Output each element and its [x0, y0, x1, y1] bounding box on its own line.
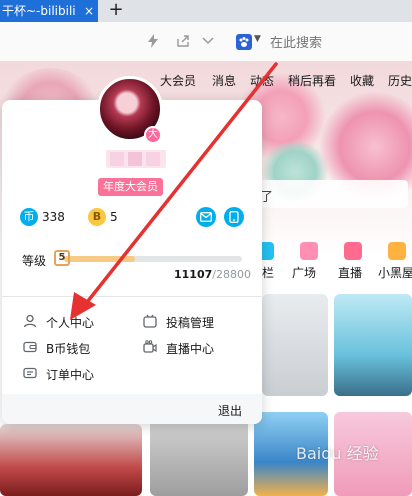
- category-label[interactable]: 栏: [262, 264, 274, 281]
- share-icon[interactable]: [176, 34, 190, 52]
- banner-search-strip: 了: [258, 180, 408, 208]
- baidu-paw-icon[interactable]: [236, 34, 252, 50]
- menu-label: 投稿管理: [166, 316, 215, 330]
- bcoin-icon: B: [88, 208, 106, 226]
- category-label-blacklist[interactable]: 小黑屋: [378, 264, 412, 281]
- lightning-icon[interactable]: [148, 34, 158, 52]
- tab-title: 干杯~-bilibili: [2, 4, 76, 18]
- menu-label: 直播中心: [166, 342, 215, 356]
- video-thumbnail[interactable]: [0, 424, 142, 496]
- nav-item-dynamics[interactable]: 动态: [250, 72, 274, 89]
- live-icon[interactable]: [344, 242, 362, 260]
- level-label: 等级: [22, 254, 47, 268]
- video-thumbnail[interactable]: [150, 412, 248, 496]
- browser-tab-strip: 干杯~-bilibili × +: [0, 0, 412, 22]
- popup-divider: [2, 296, 262, 297]
- live-icon: [142, 340, 158, 354]
- square-icon[interactable]: [300, 242, 318, 260]
- wallet-icon: [22, 340, 38, 354]
- logout-bar: 退出: [2, 394, 262, 424]
- mail-icon[interactable]: [196, 207, 216, 227]
- level-icon: 5: [54, 250, 70, 266]
- level-progress-bar: [64, 256, 242, 262]
- user-popup-card: 大 年度大会员 币 338 B 5 等级 5 11107/28800 个人中心 …: [2, 76, 262, 424]
- search-box[interactable]: ▼: [236, 32, 412, 54]
- coin-icon: 币: [20, 208, 38, 226]
- menu-label: 个人中心: [46, 316, 95, 330]
- video-thumbnail[interactable]: [334, 294, 412, 396]
- video-thumbnail[interactable]: [262, 294, 328, 396]
- new-tab-button[interactable]: +: [106, 0, 126, 22]
- phone-icon[interactable]: [224, 207, 244, 227]
- upload-manage-icon: [142, 314, 158, 328]
- search-input[interactable]: [270, 32, 410, 54]
- close-tab-icon[interactable]: ×: [84, 0, 94, 22]
- level-progress-fill: [64, 256, 135, 262]
- category-label-live[interactable]: 直播: [338, 264, 362, 281]
- user-icon: [22, 314, 38, 328]
- exp-max: /28800: [212, 268, 251, 281]
- menu-label: 订单中心: [46, 368, 95, 382]
- username-blurred: [106, 150, 166, 168]
- coin-count[interactable]: 338: [42, 210, 65, 224]
- exp-progress-text: 11107/28800: [174, 268, 251, 281]
- search-engine-caret-icon[interactable]: ▼: [254, 34, 261, 44]
- menu-label: B币钱包: [46, 342, 91, 356]
- category-label-square[interactable]: 广场: [292, 264, 316, 281]
- logout-button[interactable]: 退出: [218, 402, 242, 419]
- browser-toolbar: ▼: [0, 22, 412, 62]
- blacklist-icon[interactable]: [388, 242, 406, 260]
- nav-item-vip[interactable]: 大会员: [160, 72, 196, 89]
- nav-item-history[interactable]: 历史: [388, 72, 412, 89]
- vip-badge[interactable]: 年度大会员: [98, 178, 163, 196]
- exp-current: 11107: [174, 268, 213, 281]
- baidu-watermark: Baidu 经验: [296, 444, 379, 463]
- chevron-down-icon[interactable]: [202, 34, 214, 50]
- nav-item-watch-later[interactable]: 稍后再看: [288, 72, 336, 89]
- browser-tab-bilibili[interactable]: 干杯~-bilibili ×: [0, 0, 98, 22]
- nav-item-favorites[interactable]: 收藏: [350, 72, 374, 89]
- bcoin-count[interactable]: 5: [110, 210, 118, 224]
- vip-avatar-badge: 大: [144, 126, 162, 144]
- order-icon: [22, 366, 38, 380]
- nav-item-messages[interactable]: 消息: [212, 72, 236, 89]
